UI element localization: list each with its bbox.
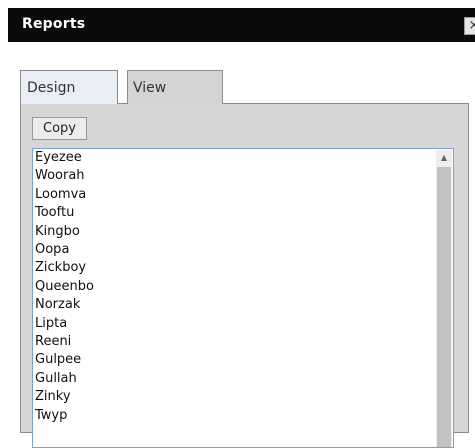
window-titlebar: Reports × xyxy=(8,8,475,42)
copy-button[interactable]: Copy xyxy=(32,117,87,140)
list-item[interactable]: Norzak xyxy=(35,296,453,314)
list-item[interactable]: Gullah xyxy=(35,370,453,388)
list-item[interactable]: Gulpee xyxy=(35,351,453,369)
list-item[interactable]: Twyp xyxy=(35,407,453,425)
close-icon: × xyxy=(469,18,475,33)
scroll-up-arrow-icon: ▲ xyxy=(440,153,448,162)
list-item[interactable]: Kingbo xyxy=(35,223,453,241)
scroll-thumb[interactable] xyxy=(437,167,451,447)
list-item[interactable]: Woorah xyxy=(35,167,453,185)
tab-design[interactable]: Design xyxy=(20,70,118,104)
close-button[interactable]: × xyxy=(464,17,475,35)
list-item[interactable]: Loomva xyxy=(35,186,453,204)
report-list: Eyezee Woorah Loomva Tooftu Kingbo Oopa … xyxy=(33,149,453,425)
list-item[interactable]: Lipta xyxy=(35,315,453,333)
list-item[interactable]: Zinky xyxy=(35,388,453,406)
window-title: Reports xyxy=(22,16,86,32)
list-item[interactable]: Reeni xyxy=(35,333,453,351)
vertical-scrollbar[interactable]: ▲ xyxy=(436,150,452,447)
list-item[interactable]: Oopa xyxy=(35,241,453,259)
scroll-up-button[interactable]: ▲ xyxy=(436,150,452,166)
list-item[interactable]: Eyezee xyxy=(35,149,453,167)
list-item[interactable]: Tooftu xyxy=(35,204,453,222)
design-panel: Copy Eyezee Woorah Loomva Tooftu Kingbo … xyxy=(20,103,469,448)
tab-view-label: View xyxy=(133,80,167,96)
tab-design-label: Design xyxy=(27,80,76,96)
list-item[interactable]: Queenbo xyxy=(35,278,453,296)
report-listbox[interactable]: Eyezee Woorah Loomva Tooftu Kingbo Oopa … xyxy=(32,148,454,448)
tab-view[interactable]: View xyxy=(127,70,223,104)
list-item[interactable]: Zickboy xyxy=(35,259,453,277)
